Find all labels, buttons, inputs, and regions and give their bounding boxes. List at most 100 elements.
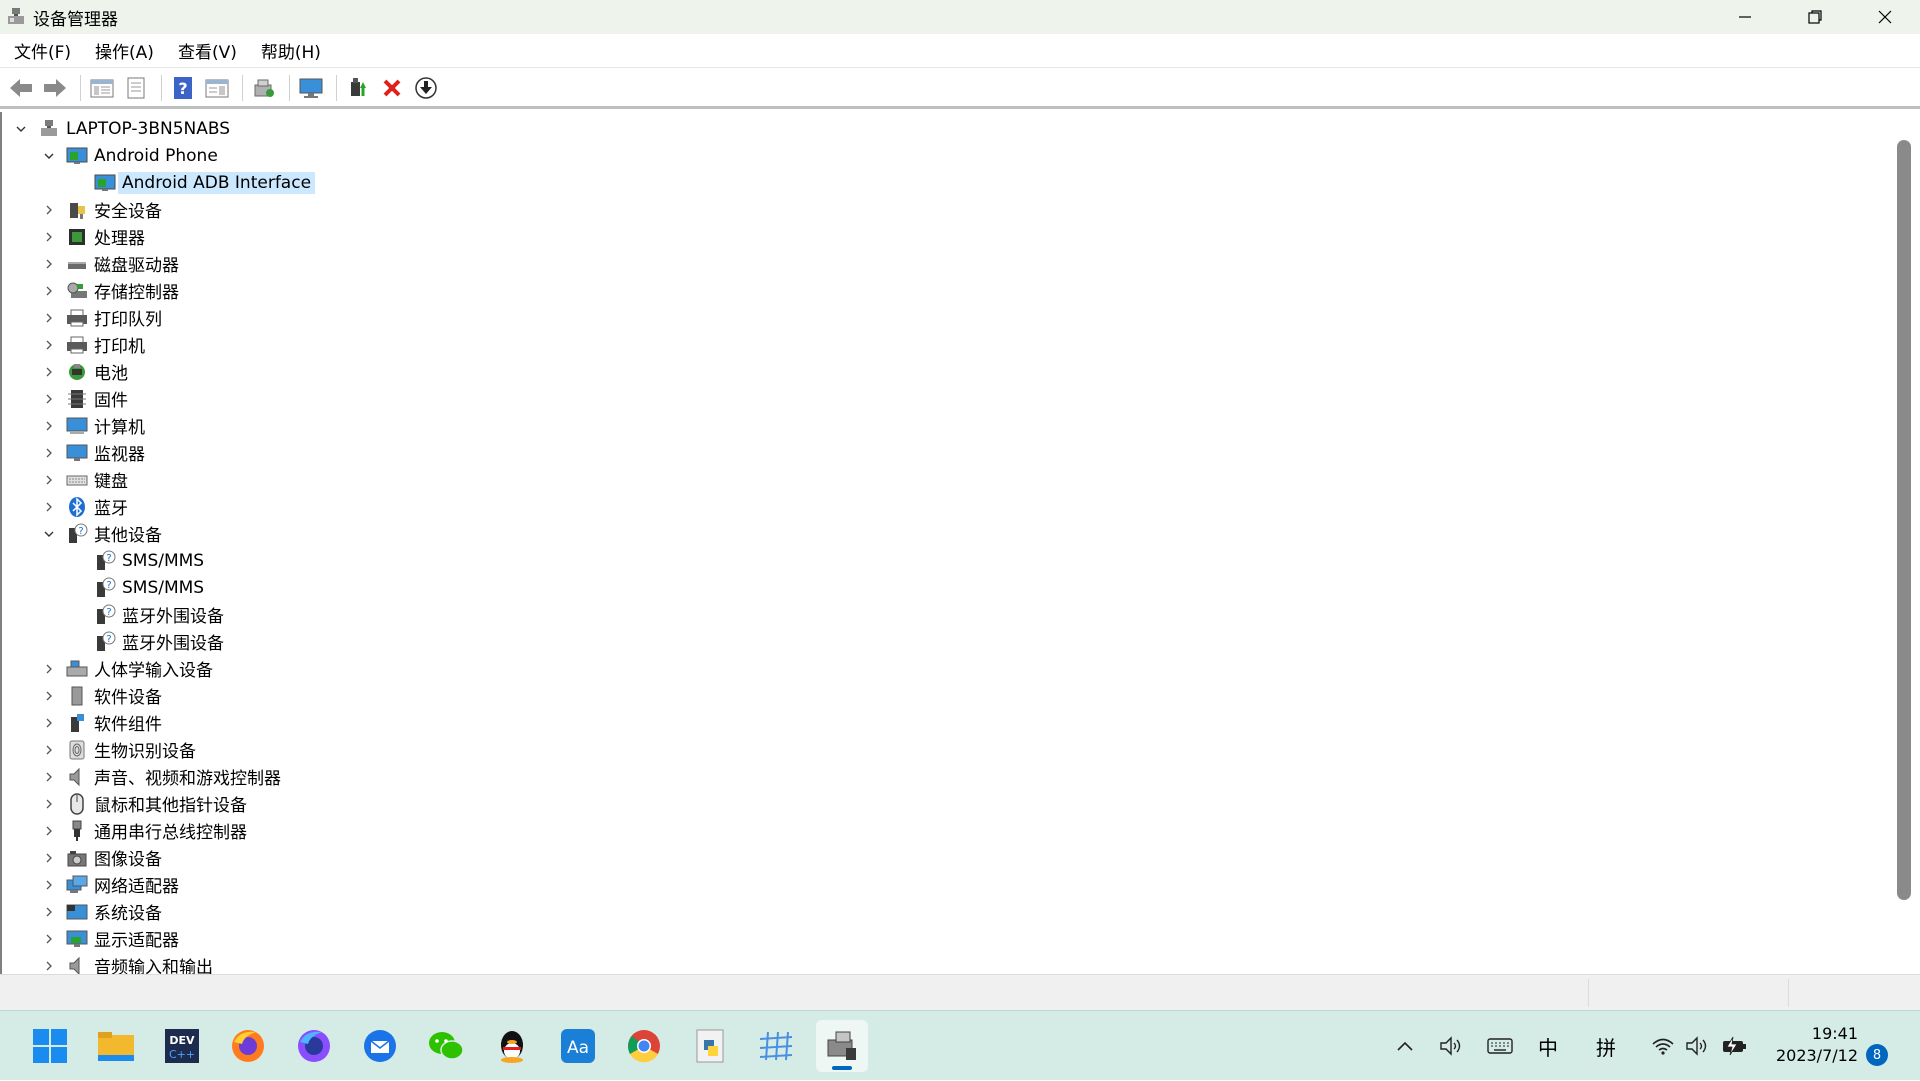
tray-clock[interactable]: 19:41 2023/7/12 <box>1768 1023 1858 1067</box>
taskbar-python[interactable] <box>684 1020 736 1072</box>
scan-hardware-button[interactable] <box>249 73 279 103</box>
tree-child-sms-mms[interactable]: ? SMS/MMS <box>94 547 204 574</box>
taskbar-dictionary[interactable]: Aa <box>552 1020 604 1072</box>
properties-button[interactable] <box>121 73 151 103</box>
chevron-right-icon[interactable] <box>40 768 58 786</box>
scrollbar-thumb[interactable] <box>1897 140 1911 900</box>
tree-node-network-adapters[interactable]: 网络适配器 <box>40 871 179 898</box>
tree-node-print-queues[interactable]: 打印队列 <box>40 304 162 331</box>
tray-touch-keyboard[interactable] <box>1484 1011 1516 1081</box>
uninstall-device-button[interactable] <box>377 73 407 103</box>
action-pane-button[interactable] <box>202 73 232 103</box>
chevron-right-icon[interactable] <box>40 930 58 948</box>
tree-node-mice[interactable]: 鼠标和其他指针设备 <box>40 790 247 817</box>
tray-ime-mode[interactable]: 拼 <box>1590 1011 1622 1081</box>
chevron-right-icon[interactable] <box>40 228 58 246</box>
tree-node-disk-drives[interactable]: 磁盘驱动器 <box>40 250 179 277</box>
menu-help[interactable]: 帮助(H) <box>251 34 331 67</box>
tree-node-computer[interactable]: 计算机 <box>40 412 145 439</box>
chevron-right-icon[interactable] <box>40 444 58 462</box>
tree-node-android-phone[interactable]: Android Phone <box>40 142 218 169</box>
tree-node-imaging-devices[interactable]: 图像设备 <box>40 844 162 871</box>
tree-node-software-components[interactable]: 软件组件 <box>40 709 162 736</box>
tree-node-biometric[interactable]: 生物识别设备 <box>40 736 196 763</box>
tree-node-bluetooth[interactable]: 蓝牙 <box>40 493 128 520</box>
tree-child-bluetooth-peripheral[interactable]: ? 蓝牙外围设备 <box>94 601 224 628</box>
taskbar-chrome[interactable] <box>618 1020 670 1072</box>
menu-file[interactable]: 文件(F) <box>4 34 81 67</box>
help-button[interactable]: ? <box>168 73 198 103</box>
update-driver-button[interactable] <box>343 73 373 103</box>
console-tree-button[interactable] <box>87 73 117 103</box>
tree-node-display-adapters[interactable]: 显示适配器 <box>40 925 179 952</box>
tray-battery[interactable] <box>1718 1011 1752 1081</box>
chevron-right-icon[interactable] <box>40 336 58 354</box>
chevron-right-icon[interactable] <box>40 282 58 300</box>
taskbar-thunderbird[interactable] <box>354 1020 406 1072</box>
tree-node-printers[interactable]: 打印机 <box>40 331 145 358</box>
chevron-right-icon[interactable] <box>40 660 58 678</box>
tree-node-storage-controllers[interactable]: 存储控制器 <box>40 277 179 304</box>
tree-node-security-devices[interactable]: 安全设备 <box>40 196 162 223</box>
tree-node-usb-controllers[interactable]: 通用串行总线控制器 <box>40 817 247 844</box>
tray-volume-mixer[interactable] <box>1436 1011 1466 1081</box>
tree-node-monitors[interactable]: 监视器 <box>40 439 145 466</box>
taskbar-wechat[interactable] <box>420 1020 472 1072</box>
chevron-right-icon[interactable] <box>40 201 58 219</box>
taskbar-network-tool[interactable] <box>750 1020 802 1072</box>
taskbar-dev-cpp[interactable]: DEV C++ <box>156 1020 208 1072</box>
tray-overflow-button[interactable] <box>1390 1011 1420 1081</box>
tree-child-bluetooth-peripheral[interactable]: ? 蓝牙外围设备 <box>94 628 224 655</box>
taskbar-file-explorer[interactable] <box>90 1020 142 1072</box>
chevron-down-icon[interactable] <box>12 120 30 138</box>
tray-wifi[interactable] <box>1648 1011 1678 1081</box>
restore-button[interactable] <box>1780 0 1850 34</box>
tree-node-system-devices[interactable]: 系统设备 <box>40 898 162 925</box>
taskbar-firefox-nightly[interactable] <box>288 1020 340 1072</box>
chevron-right-icon[interactable] <box>40 417 58 435</box>
chevron-right-icon[interactable] <box>40 390 58 408</box>
forward-button[interactable] <box>40 73 70 103</box>
tree-node-processors[interactable]: 处理器 <box>40 223 145 250</box>
tree-node-sound-video-game[interactable]: 声音、视频和游戏控制器 <box>40 763 281 790</box>
taskbar-qq[interactable] <box>486 1020 538 1072</box>
chevron-right-icon[interactable] <box>40 498 58 516</box>
tree-node-software-devices[interactable]: 软件设备 <box>40 682 162 709</box>
taskbar-device-manager[interactable] <box>816 1020 868 1072</box>
chevron-right-icon[interactable] <box>40 714 58 732</box>
tree-child-sms-mms[interactable]: ? SMS/MMS <box>94 574 204 601</box>
chevron-right-icon[interactable] <box>40 741 58 759</box>
chevron-right-icon[interactable] <box>40 795 58 813</box>
chevron-right-icon[interactable] <box>40 903 58 921</box>
chevron-right-icon[interactable] <box>40 876 58 894</box>
chevron-right-icon[interactable] <box>40 309 58 327</box>
chevron-down-icon[interactable] <box>40 147 58 165</box>
display-monitor-button[interactable] <box>296 73 326 103</box>
tree-node-other-devices[interactable]: ? 其他设备 <box>40 520 162 547</box>
back-button[interactable] <box>6 73 36 103</box>
notification-badge[interactable]: 8 <box>1866 1044 1888 1066</box>
tree-node-hid[interactable]: 人体学输入设备 <box>40 655 213 682</box>
tree-node-keyboards[interactable]: 键盘 <box>40 466 128 493</box>
tray-volume[interactable] <box>1682 1011 1712 1081</box>
minimize-button[interactable] <box>1710 0 1780 34</box>
chevron-right-icon[interactable] <box>40 849 58 867</box>
chevron-right-icon[interactable] <box>40 822 58 840</box>
download-button[interactable] <box>411 73 441 103</box>
taskbar-firefox[interactable] <box>222 1020 274 1072</box>
tree-root[interactable]: LAPTOP-3BN5NABS <box>12 115 230 142</box>
chevron-right-icon[interactable] <box>40 471 58 489</box>
chevron-right-icon[interactable] <box>40 687 58 705</box>
menu-view[interactable]: 查看(V) <box>168 34 247 67</box>
tree-node-audio-io[interactable]: 音频输入和输出 <box>40 952 213 974</box>
close-button[interactable] <box>1850 0 1920 34</box>
chevron-right-icon[interactable] <box>40 255 58 273</box>
tree-node-batteries[interactable]: 电池 <box>40 358 128 385</box>
chevron-right-icon[interactable] <box>40 363 58 381</box>
menu-action[interactable]: 操作(A) <box>85 34 164 67</box>
chevron-down-icon[interactable] <box>40 525 58 543</box>
chevron-right-icon[interactable] <box>40 957 58 975</box>
tree-node-firmware[interactable]: 固件 <box>40 385 128 412</box>
tray-ime-language[interactable]: 中 <box>1532 1011 1564 1081</box>
tree-child-android-adb-interface[interactable]: Android ADB Interface <box>94 169 316 196</box>
